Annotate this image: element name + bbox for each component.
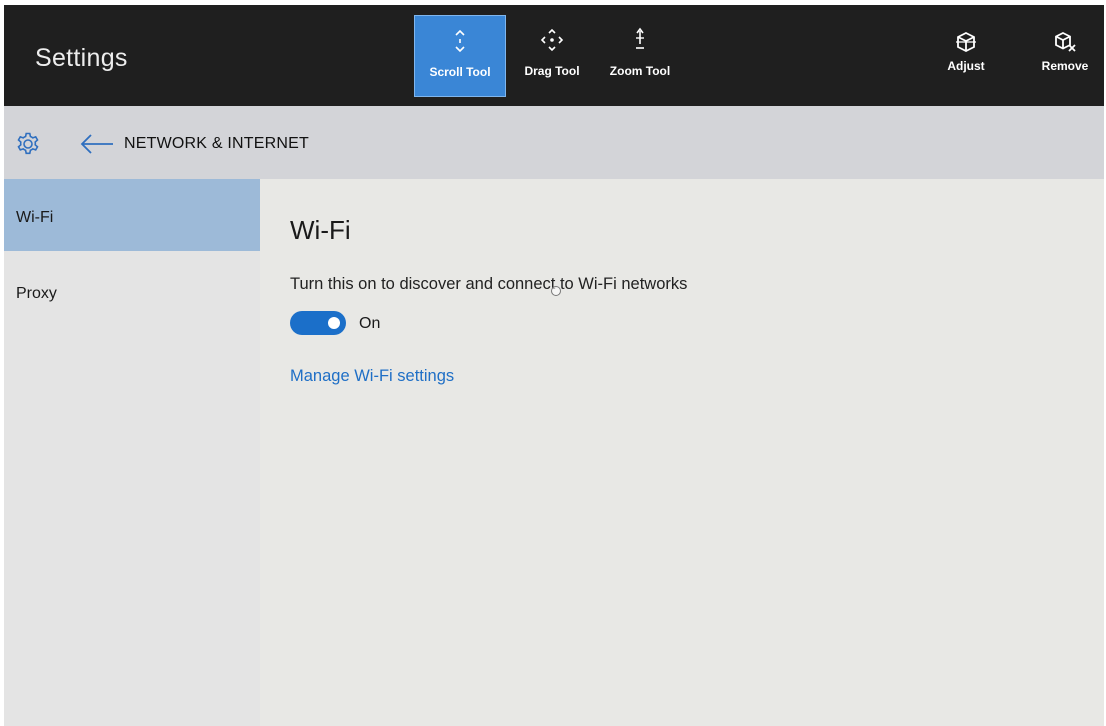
- zoom-arrows-icon: [633, 27, 647, 53]
- sidebar-item-proxy[interactable]: Proxy: [4, 251, 260, 323]
- page-title: Wi-Fi: [290, 215, 351, 245]
- sidebar-item-label: Proxy: [16, 285, 57, 302]
- main-content: Wi-Fi Turn this on to discover and conne…: [260, 179, 1104, 726]
- back-arrow-icon[interactable]: [79, 133, 115, 155]
- zoom-tool-label: Zoom Tool: [609, 64, 671, 78]
- adjust-button[interactable]: Adjust: [936, 15, 996, 97]
- sidebar-item-label: Wi-Fi: [16, 209, 54, 226]
- settings-window: Settings Scroll Tool Drag Tool Zoom Tool…: [4, 5, 1104, 726]
- cube-remove-icon: [1052, 29, 1078, 55]
- toggle-state-label: On: [359, 315, 381, 332]
- manage-wifi-settings-link[interactable]: Manage Wi-Fi settings: [290, 367, 454, 386]
- scroll-tool-button[interactable]: Scroll Tool: [414, 15, 506, 97]
- mouse-cursor: [551, 286, 561, 296]
- settings-header: NETWORK & INTERNET: [4, 106, 1104, 179]
- adjust-label: Adjust: [947, 59, 985, 73]
- section-title: NETWORK & INTERNET: [124, 135, 309, 152]
- wifi-description: Turn this on to discover and connect to …: [290, 275, 688, 293]
- remove-button[interactable]: Remove: [1030, 15, 1100, 97]
- scroll-tool-label: Scroll Tool: [429, 65, 491, 79]
- drag-arrows-icon: [539, 27, 565, 53]
- drag-tool-label: Drag Tool: [524, 64, 580, 78]
- sidebar-item-wifi[interactable]: Wi-Fi: [4, 179, 260, 251]
- wifi-toggle[interactable]: [290, 311, 346, 335]
- zoom-tool-button[interactable]: Zoom Tool: [600, 15, 680, 97]
- drag-tool-button[interactable]: Drag Tool: [512, 15, 592, 97]
- cube-adjust-icon: [954, 29, 978, 55]
- app-title: Settings: [35, 44, 128, 72]
- sidebar: Wi-Fi Proxy: [4, 179, 260, 726]
- remove-label: Remove: [1041, 59, 1089, 73]
- gear-icon[interactable]: [15, 131, 41, 157]
- top-bar: Settings Scroll Tool Drag Tool Zoom Tool…: [4, 5, 1104, 106]
- scroll-arrows-icon: [453, 28, 467, 54]
- toggle-knob: [328, 317, 340, 329]
